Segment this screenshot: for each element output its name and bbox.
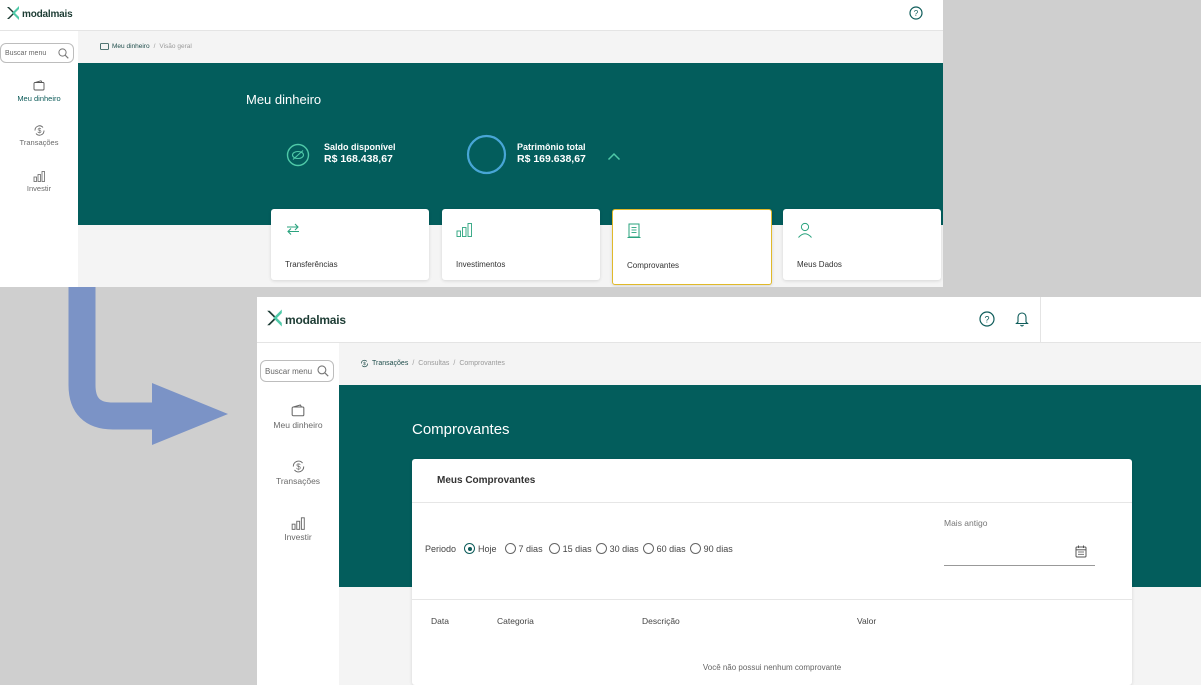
question-circle-icon[interactable]: ?: [979, 311, 995, 332]
sidebar-item-label: Investir: [284, 532, 312, 542]
patrimonio-label: Patrimônio total: [517, 142, 586, 152]
top-bar: modalmais ?: [257, 297, 1201, 343]
divider: [412, 599, 1132, 600]
breadcrumb-separator: /: [412, 360, 415, 367]
period-option-hoje[interactable]: Hoje: [464, 543, 497, 554]
question-circle-icon[interactable]: ?: [909, 6, 923, 25]
search-placeholder: Buscar menu: [265, 366, 313, 376]
comprovantes-panel: Meus Comprovantes Periodo Hoje 7 dias 15…: [412, 459, 1132, 685]
column-header-descricao[interactable]: Descrição: [642, 616, 680, 626]
divider: [1040, 297, 1041, 343]
period-option-label: 60 dias: [656, 543, 686, 554]
modalmais-logo-icon: [266, 309, 283, 330]
saldo-disponivel: Saldo disponível R$ 168.438,67: [324, 142, 396, 165]
period-option-label: 30 dias: [609, 543, 639, 554]
column-header-data[interactable]: Data: [431, 616, 449, 626]
user-icon: [798, 222, 812, 238]
card-comprovantes[interactable]: Comprovantes: [612, 209, 772, 285]
chevron-up-icon[interactable]: [607, 148, 621, 166]
card-meus-dados[interactable]: Meus Dados: [783, 209, 941, 280]
logo[interactable]: modalmais: [266, 309, 346, 330]
period-option-label: Hoje: [478, 543, 497, 554]
breadcrumb-item[interactable]: Transações: [372, 360, 408, 367]
panel-header: Meus Comprovantes: [412, 459, 1132, 503]
saldo-label: Saldo disponível: [324, 142, 396, 152]
search-icon: [317, 365, 329, 377]
dollar-cycle-icon: $: [292, 460, 304, 473]
period-label: Periodo: [425, 543, 457, 554]
radio-icon: [689, 543, 701, 554]
hide-balance-icon[interactable]: [286, 143, 310, 172]
receipt-icon: [627, 223, 641, 238]
radio-icon: [642, 543, 654, 554]
card-label: Transferências: [285, 260, 338, 269]
sidebar: Buscar menu Meu dinheiro $ Transações In…: [257, 343, 339, 685]
sidebar-item-investir[interactable]: Investir: [257, 516, 339, 542]
period-option-label: 7 dias: [518, 543, 543, 554]
svg-text:?: ?: [914, 9, 919, 18]
patrimonio-ring-icon: [466, 134, 507, 180]
column-header-categoria[interactable]: Categoria: [497, 616, 534, 626]
period-option-label: 90 dias: [703, 543, 733, 554]
panel-title: Meus Comprovantes: [437, 475, 536, 486]
sidebar-item-label: Transações: [275, 476, 321, 486]
column-header-valor[interactable]: Valor: [857, 616, 876, 626]
period-option-label: 15 dias: [562, 543, 592, 554]
patrimonio-total: Patrimônio total R$ 169.638,67: [517, 142, 586, 165]
wallet-icon: [291, 404, 305, 417]
date-field-label: Mais antigo: [944, 518, 988, 528]
svg-text:$: $: [363, 361, 366, 367]
patrimonio-value: R$ 169.638,67: [517, 153, 586, 165]
period-option-7-dias[interactable]: 7 dias: [504, 543, 543, 554]
sidebar-item-transacoes[interactable]: $ Transações: [257, 459, 339, 486]
breadcrumb-separator: /: [453, 360, 456, 367]
dollar-cycle-icon: $: [361, 359, 368, 367]
date-field-mais-antigo[interactable]: Mais antigo: [944, 518, 1095, 566]
bar-chart-icon: [291, 517, 305, 530]
breadcrumb-item[interactable]: Consultas: [418, 360, 449, 367]
empty-state-message: Você não possui nenhum comprovante: [702, 663, 842, 672]
sidebar-item-meu-dinheiro[interactable]: Meu dinheiro: [257, 404, 339, 430]
card-label: Investimentos: [456, 260, 506, 269]
period-option-30-dias[interactable]: 30 dias: [595, 543, 639, 554]
period-option-90-dias[interactable]: 90 dias: [689, 543, 733, 554]
card-label: Meus Dados: [797, 260, 842, 269]
svg-text:$: $: [296, 462, 301, 471]
transfer-arrows-icon: [287, 223, 299, 235]
radio-icon: [504, 543, 516, 554]
search-menu-input[interactable]: Buscar menu: [260, 360, 334, 382]
logo-text: modalmais: [285, 312, 346, 327]
bell-icon[interactable]: [1015, 310, 1029, 332]
period-filter: Periodo Hoje 7 dias 15 dias 30 dias 60 d…: [425, 543, 737, 554]
svg-text:?: ?: [984, 315, 989, 325]
radio-selected-icon: [464, 543, 476, 554]
period-option-15-dias[interactable]: 15 dias: [548, 543, 592, 554]
radio-icon: [595, 543, 607, 554]
period-option-60-dias[interactable]: 60 dias: [642, 543, 686, 554]
page-title: Comprovantes: [412, 421, 510, 438]
card-transferencias[interactable]: Transferências: [271, 209, 429, 280]
breadcrumb-item: Comprovantes: [459, 360, 505, 367]
card-investimentos[interactable]: Investimentos: [442, 209, 600, 280]
saldo-value: R$ 168.438,67: [324, 153, 393, 165]
card-label: Comprovantes: [627, 261, 680, 270]
bar-chart-icon: [456, 223, 472, 237]
radio-icon: [548, 543, 560, 554]
sidebar-item-label: Meu dinheiro: [273, 420, 323, 430]
calendar-icon[interactable]: [1075, 545, 1087, 558]
breadcrumb: $ Transações / Consultas / Comprovantes: [360, 359, 505, 368]
flow-arrow-icon: [68, 287, 228, 445]
screenshot-comprovantes: modalmais ? Buscar menu Meu dinheiro $ T…: [257, 297, 1201, 685]
